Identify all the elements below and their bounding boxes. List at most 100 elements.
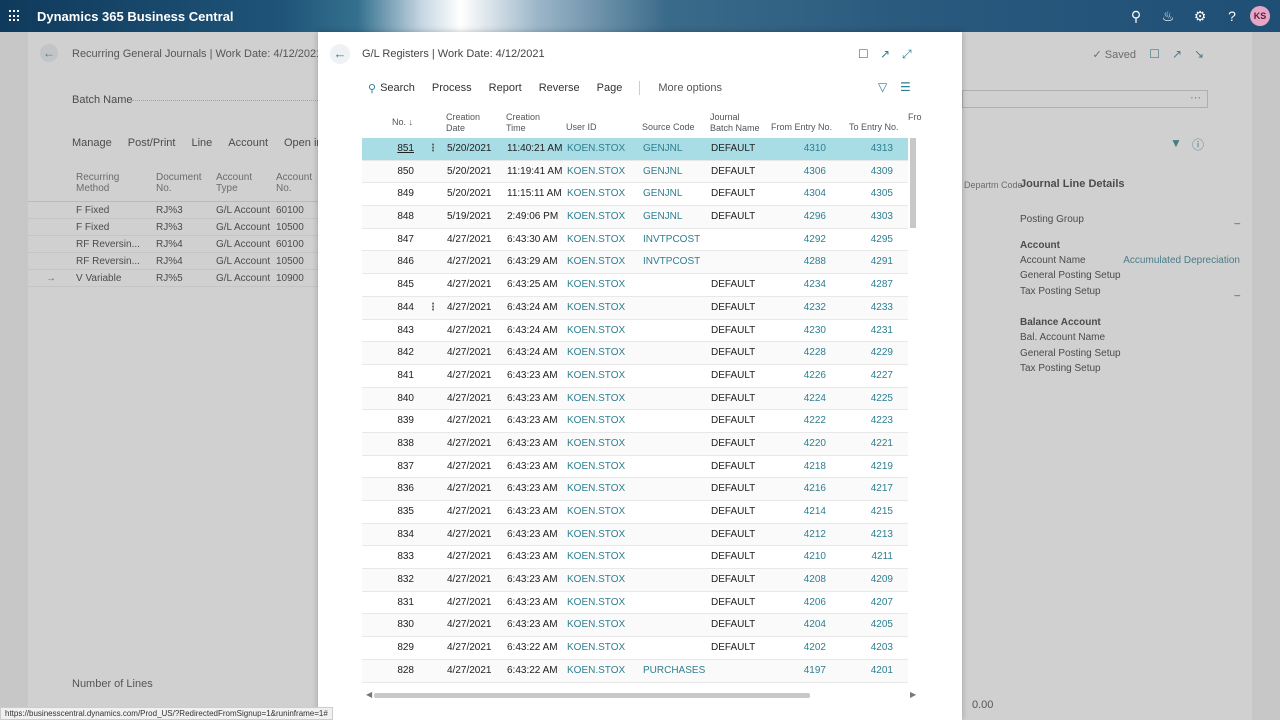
from-entry-no-cell[interactable]: 4234 [782, 274, 826, 297]
register-no-cell[interactable]: 849 [390, 183, 414, 206]
to-entry-no-cell[interactable]: 4211 [852, 546, 893, 569]
expand-icon[interactable]: ⤢ [902, 47, 912, 62]
table-row[interactable]: 844 4/27/2021 6:43:24 AM KOEN.STOX DEFAULT 42… [362, 296, 908, 320]
table-row[interactable]: 850 5/20/2021 11:19:41 AM KOEN.STOX GENJNL DE… [362, 160, 908, 184]
user-id-cell[interactable]: KOEN.STOX [567, 183, 625, 206]
register-no-cell[interactable]: 842 [390, 342, 414, 365]
to-entry-no-cell[interactable]: 4201 [852, 660, 893, 683]
process-menu[interactable]: Process [432, 82, 472, 94]
table-row[interactable]: 835 4/27/2021 6:43:23 AM KOEN.STOX DEFAULT 42… [362, 501, 908, 524]
source-code-cell[interactable]: GENJNL [643, 183, 682, 206]
list-view-icon[interactable]: ☰ [900, 80, 911, 94]
page-menu[interactable]: Page [597, 82, 623, 94]
user-id-cell[interactable]: KOEN.STOX [567, 320, 625, 343]
from-entry-no-cell[interactable]: 4197 [782, 660, 826, 683]
row-menu-icon[interactable]: ⋮ [428, 297, 438, 320]
to-entry-no-cell[interactable]: 4225 [852, 388, 893, 411]
from-entry-no-cell[interactable]: 4304 [782, 183, 826, 206]
to-entry-no-cell[interactable]: 4303 [852, 206, 893, 229]
register-no-cell[interactable]: 832 [390, 569, 414, 592]
table-row[interactable]: 833 4/27/2021 6:43:23 AM KOEN.STOX DEFAULT 42… [362, 546, 908, 570]
user-id-cell[interactable]: KOEN.STOX [567, 229, 625, 252]
register-no-cell[interactable]: 836 [390, 478, 414, 501]
to-entry-no-cell[interactable]: 4209 [852, 569, 893, 592]
table-row[interactable]: 831 4/27/2021 6:43:23 AM KOEN.STOX DEFAULT 42… [362, 592, 908, 615]
header-user-id[interactable]: User ID [566, 122, 597, 133]
table-row[interactable]: 839 4/27/2021 6:43:23 AM KOEN.STOX DEFAULT 42… [362, 410, 908, 433]
to-entry-no-cell[interactable]: 4207 [852, 592, 893, 615]
to-entry-no-cell[interactable]: 4287 [852, 274, 893, 297]
more-options-button[interactable]: More options [658, 82, 722, 94]
register-no-cell[interactable]: 838 [390, 433, 414, 456]
search-button[interactable]: Search [380, 82, 415, 94]
from-entry-no-cell[interactable]: 4214 [782, 501, 826, 524]
reverse-menu[interactable]: Reverse [539, 82, 580, 94]
to-entry-no-cell[interactable]: 4229 [852, 342, 893, 365]
search-icon[interactable]: ⚲ [1128, 8, 1144, 24]
register-no-cell[interactable]: 830 [390, 614, 414, 637]
table-row[interactable]: 836 4/27/2021 6:43:23 AM KOEN.STOX DEFAULT 42… [362, 478, 908, 501]
to-entry-no-cell[interactable]: 4233 [852, 297, 893, 320]
header-to-entry-no[interactable]: To Entry No. [849, 122, 899, 133]
user-id-cell[interactable]: KOEN.STOX [567, 138, 625, 161]
from-entry-no-cell[interactable]: 4206 [782, 592, 826, 615]
table-row[interactable]: 848 5/19/2021 2:49:06 PM KOEN.STOX GENJNL DEF… [362, 206, 908, 229]
avatar[interactable]: KS [1250, 6, 1270, 26]
to-entry-no-cell[interactable]: 4213 [852, 524, 893, 547]
table-row[interactable]: 837 4/27/2021 6:43:23 AM KOEN.STOX DEFAULT 42… [362, 456, 908, 479]
to-entry-no-cell[interactable]: 4223 [852, 410, 893, 433]
gear-icon[interactable]: ⚙ [1192, 8, 1208, 24]
vertical-scrollbar[interactable] [910, 138, 916, 228]
register-no-cell[interactable]: 841 [390, 365, 414, 388]
to-entry-no-cell[interactable]: 4227 [852, 365, 893, 388]
user-id-cell[interactable]: KOEN.STOX [567, 456, 625, 479]
source-code-cell[interactable]: GENJNL [643, 206, 682, 229]
header-no[interactable]: No. ↓ [392, 117, 413, 128]
user-id-cell[interactable]: KOEN.STOX [567, 251, 625, 274]
back-arrow-icon[interactable]: ← [330, 44, 350, 64]
register-no-cell[interactable]: 834 [390, 524, 414, 547]
open-new-window-icon[interactable]: ↗ [880, 47, 890, 61]
table-row[interactable]: 838 4/27/2021 6:43:23 AM KOEN.STOX DEFAULT 42… [362, 432, 908, 456]
from-entry-no-cell[interactable]: 4306 [782, 161, 826, 184]
header-creation-date[interactable]: Creation Date [446, 112, 480, 133]
table-row[interactable]: 842 4/27/2021 6:43:24 AM KOEN.STOX DEFAULT 42… [362, 342, 908, 365]
user-id-cell[interactable]: KOEN.STOX [567, 342, 625, 365]
to-entry-no-cell[interactable]: 4313 [852, 138, 893, 161]
to-entry-no-cell[interactable]: 4205 [852, 614, 893, 637]
report-menu[interactable]: Report [489, 82, 522, 94]
header-truncated[interactable]: Fro [908, 112, 922, 123]
from-entry-no-cell[interactable]: 4232 [782, 297, 826, 320]
from-entry-no-cell[interactable]: 4208 [782, 569, 826, 592]
source-code-cell[interactable]: PURCHASES [643, 660, 705, 683]
header-source-code[interactable]: Source Code [642, 122, 695, 133]
user-id-cell[interactable]: KOEN.STOX [567, 161, 625, 184]
user-id-cell[interactable]: KOEN.STOX [567, 569, 625, 592]
from-entry-no-cell[interactable]: 4224 [782, 388, 826, 411]
register-no-cell[interactable]: 833 [390, 546, 414, 569]
user-id-cell[interactable]: KOEN.STOX [567, 478, 625, 501]
from-entry-no-cell[interactable]: 4222 [782, 410, 826, 433]
help-icon[interactable]: ? [1224, 8, 1240, 24]
to-entry-no-cell[interactable]: 4291 [852, 251, 893, 274]
to-entry-no-cell[interactable]: 4231 [852, 320, 893, 343]
user-id-cell[interactable]: KOEN.STOX [567, 637, 625, 660]
register-no-cell[interactable]: 828 [390, 660, 414, 683]
from-entry-no-cell[interactable]: 4220 [782, 433, 826, 456]
bookmark-icon[interactable]: ☐ [858, 47, 869, 61]
table-row[interactable]: 841 4/27/2021 6:43:23 AM KOEN.STOX DEFAULT 42… [362, 365, 908, 388]
user-id-cell[interactable]: KOEN.STOX [567, 524, 625, 547]
from-entry-no-cell[interactable]: 4212 [782, 524, 826, 547]
from-entry-no-cell[interactable]: 4202 [782, 637, 826, 660]
table-row[interactable]: 849 5/20/2021 11:15:11 AM KOEN.STOX GENJNL DE… [362, 183, 908, 207]
user-id-cell[interactable]: KOEN.STOX [567, 388, 625, 411]
user-id-cell[interactable]: KOEN.STOX [567, 546, 625, 569]
from-entry-no-cell[interactable]: 4228 [782, 342, 826, 365]
user-id-cell[interactable]: KOEN.STOX [567, 410, 625, 433]
register-no-cell[interactable]: 844 [390, 297, 414, 320]
source-code-cell[interactable]: GENJNL [643, 161, 682, 184]
to-entry-no-cell[interactable]: 4219 [852, 456, 893, 479]
from-entry-no-cell[interactable]: 4216 [782, 478, 826, 501]
table-row[interactable]: 840 4/27/2021 6:43:23 AM KOEN.STOX DEFAULT 42… [362, 387, 908, 411]
header-creation-time[interactable]: Creation Time [506, 112, 540, 133]
